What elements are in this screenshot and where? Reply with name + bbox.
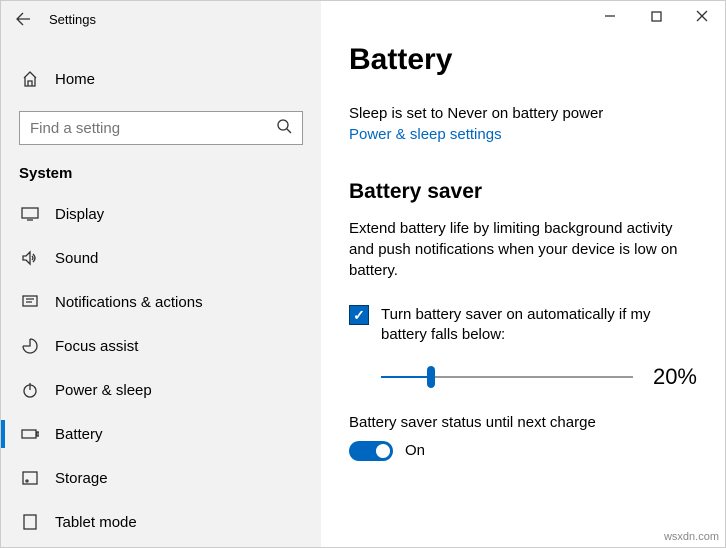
nav-label: Battery (55, 426, 103, 443)
main-content: Battery Sleep is set to Never on battery… (321, 1, 725, 547)
section-label: System (1, 145, 321, 192)
saver-status-label: Battery saver status until next charge (349, 414, 697, 431)
window-title: Settings (45, 12, 96, 27)
saver-toggle[interactable] (349, 441, 393, 461)
nav-item-power-sleep[interactable]: Power & sleep (1, 368, 321, 412)
nav-item-battery[interactable]: Battery (1, 412, 321, 456)
home-nav[interactable]: Home (1, 57, 321, 101)
home-icon (21, 70, 39, 88)
window-controls (587, 1, 725, 31)
nav-item-display[interactable]: Display (1, 192, 321, 236)
nav-label: Display (55, 206, 104, 223)
saver-toggle-label: On (405, 442, 425, 459)
nav-item-tablet-mode[interactable]: Tablet mode (1, 500, 321, 544)
slider-thumb[interactable] (427, 366, 435, 388)
sound-icon (21, 250, 39, 266)
notifications-icon (21, 294, 39, 310)
nav-item-sound[interactable]: Sound (1, 236, 321, 280)
sleep-status-text: Sleep is set to Never on battery power (349, 105, 697, 122)
threshold-slider-row: 20% (349, 364, 697, 390)
auto-saver-row: Turn battery saver on automatically if m… (349, 305, 697, 346)
close-button[interactable] (679, 1, 725, 31)
nav-label: Focus assist (55, 338, 138, 355)
sidebar: Settings Home System Display Sound Notif… (1, 1, 321, 547)
nav-label: Storage (55, 470, 108, 487)
battery-icon (21, 428, 39, 440)
home-label: Home (55, 71, 95, 88)
search-box[interactable] (19, 111, 303, 145)
saver-toggle-row: On (349, 441, 697, 461)
nav-label: Notifications & actions (55, 294, 203, 311)
slider-track (381, 376, 633, 378)
battery-saver-description: Extend battery life by limiting backgrou… (349, 218, 697, 281)
power-sleep-link[interactable]: Power & sleep settings (349, 126, 502, 143)
maximize-icon (651, 11, 662, 22)
titlebar: Settings (1, 1, 321, 37)
auto-saver-label: Turn battery saver on automatically if m… (381, 305, 697, 346)
back-button[interactable] (1, 1, 45, 37)
nav-item-focus-assist[interactable]: Focus assist (1, 324, 321, 368)
threshold-slider[interactable] (381, 365, 633, 389)
close-icon (696, 10, 708, 22)
maximize-button[interactable] (633, 1, 679, 31)
power-icon (21, 382, 39, 398)
threshold-percent: 20% (653, 364, 697, 390)
nav-label: Tablet mode (55, 514, 137, 531)
display-icon (21, 207, 39, 221)
search-icon (276, 118, 292, 139)
battery-saver-heading: Battery saver (349, 180, 697, 204)
back-arrow-icon (15, 11, 31, 27)
page-title: Battery (349, 43, 697, 77)
nav-label: Sound (55, 250, 98, 267)
nav-list: Display Sound Notifications & actions Fo… (1, 192, 321, 547)
watermark: wsxdn.com (664, 531, 719, 543)
storage-icon (21, 471, 39, 485)
slider-fill (381, 376, 431, 378)
tablet-icon (21, 514, 39, 530)
focus-assist-icon (21, 338, 39, 354)
auto-saver-checkbox[interactable] (349, 305, 369, 325)
search-input[interactable] (30, 120, 276, 137)
minimize-icon (604, 10, 616, 22)
nav-label: Power & sleep (55, 382, 152, 399)
nav-item-notifications[interactable]: Notifications & actions (1, 280, 321, 324)
nav-item-storage[interactable]: Storage (1, 456, 321, 500)
minimize-button[interactable] (587, 1, 633, 31)
